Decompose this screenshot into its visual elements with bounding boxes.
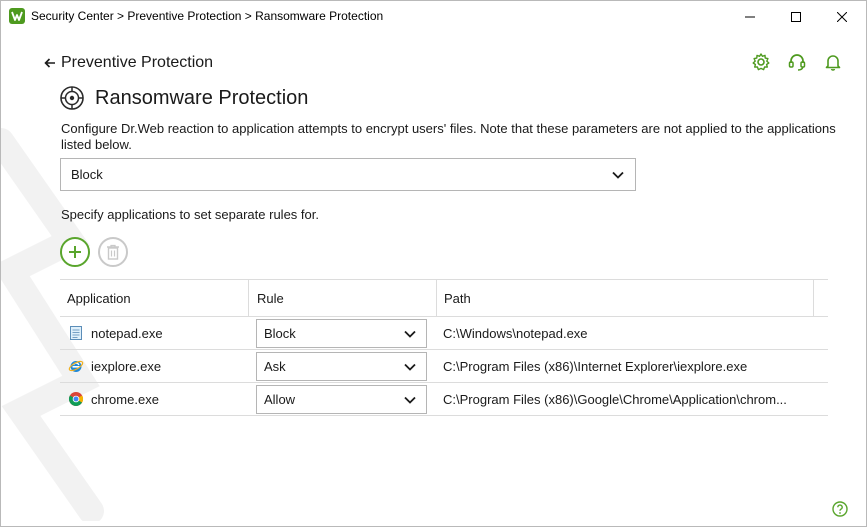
reaction-dropdown-value: Block — [71, 167, 103, 182]
drweb-logo-icon — [9, 8, 25, 24]
arrow-left-icon — [44, 58, 55, 68]
path-cell: C:\Program Files (x86)\Google\Chrome\App… — [443, 391, 787, 407]
window-title: Security Center > Preventive Protection … — [31, 9, 384, 23]
application-cell: notepad.exe — [68, 317, 163, 349]
table-row[interactable]: notepad.exe Block C:\Windows\notepad.exe — [60, 317, 828, 350]
application-name: chrome.exe — [91, 391, 159, 407]
rule-dropdown[interactable]: Allow — [256, 385, 427, 414]
table-row[interactable]: chrome.exe Allow C:\Program Files (x86)\… — [60, 383, 828, 416]
chevron-down-icon — [404, 363, 416, 371]
maximize-button[interactable] — [773, 1, 819, 32]
reaction-dropdown[interactable]: Block — [60, 158, 636, 191]
page-heading: Ransomware Protection — [59, 85, 308, 111]
minimize-button[interactable] — [727, 1, 773, 32]
apps-hint-text: Specify applications to set separate rul… — [61, 207, 319, 222]
back-to-preventive-protection[interactable]: Preventive Protection — [43, 54, 213, 72]
back-link-label: Preventive Protection — [61, 54, 214, 71]
path-cell: C:\Windows\notepad.exe — [443, 325, 588, 341]
app-window: Security Center > Preventive Protection … — [0, 0, 867, 527]
chevron-down-icon — [404, 396, 416, 404]
table-header: Application Rule Path — [60, 279, 828, 317]
close-icon — [837, 11, 847, 22]
close-button[interactable] — [819, 1, 865, 32]
maximize-icon — [791, 11, 801, 22]
applications-table: Application Rule Path notepad.exe Block — [60, 279, 828, 416]
application-cell: chrome.exe — [68, 383, 159, 415]
ransomware-protection-icon — [60, 86, 84, 110]
add-application-button[interactable] — [60, 237, 90, 267]
minimize-icon — [745, 16, 755, 17]
rule-dropdown-value: Ask — [264, 359, 286, 374]
rule-dropdown[interactable]: Block — [256, 319, 427, 348]
delete-application-button[interactable] — [98, 237, 128, 267]
chevron-down-icon — [612, 171, 624, 179]
chrome-icon — [69, 392, 83, 406]
column-header-application[interactable]: Application — [60, 280, 249, 317]
title-bar[interactable]: Security Center > Preventive Protection … — [1, 1, 866, 32]
bell-icon[interactable] — [823, 52, 843, 72]
plus-icon — [69, 246, 81, 258]
help-icon[interactable] — [832, 501, 848, 517]
column-header-rule[interactable]: Rule — [249, 280, 437, 317]
notepad-icon — [70, 326, 82, 340]
description-text: Configure Dr.Web reaction to application… — [61, 121, 836, 152]
internet-explorer-icon — [68, 360, 84, 372]
rule-dropdown[interactable]: Ask — [256, 352, 427, 381]
application-name: notepad.exe — [91, 325, 163, 341]
rule-dropdown-value: Allow — [264, 392, 296, 407]
chevron-down-icon — [404, 330, 416, 338]
table-row[interactable]: iexplore.exe Ask C:\Program Files (x86)\… — [60, 350, 828, 383]
support-headset-icon[interactable] — [787, 52, 807, 72]
trash-icon — [107, 244, 119, 260]
gear-icon[interactable] — [751, 52, 771, 72]
column-header-path[interactable]: Path — [437, 280, 814, 317]
application-name: iexplore.exe — [91, 358, 162, 374]
application-cell: iexplore.exe — [68, 350, 161, 382]
page-title: Ransomware Protection — [95, 86, 309, 109]
rule-dropdown-value: Block — [264, 326, 296, 341]
path-cell: C:\Program Files (x86)\Internet Explorer… — [443, 358, 748, 374]
